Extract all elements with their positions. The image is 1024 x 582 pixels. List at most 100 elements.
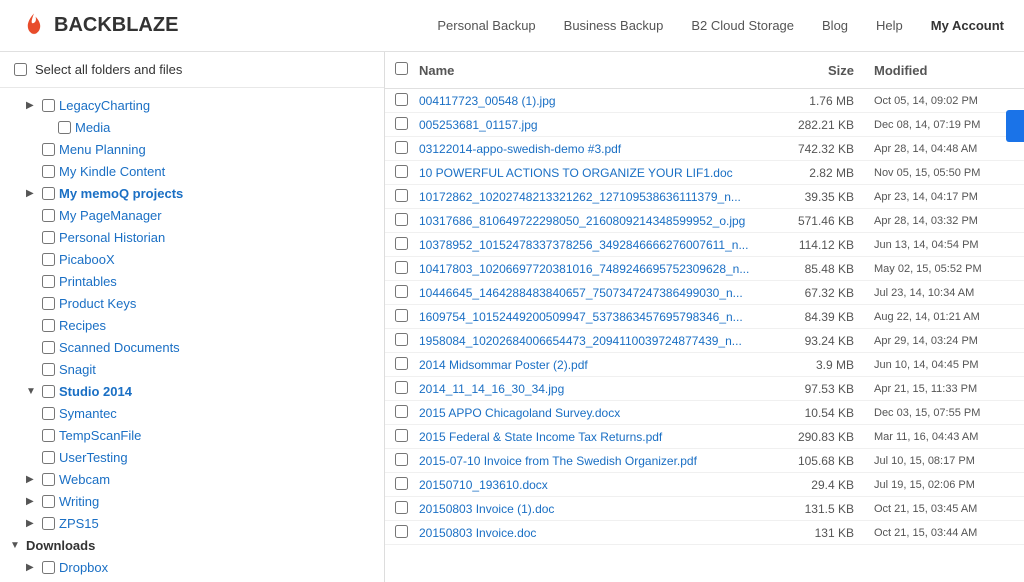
tree-item[interactable]: Camera Uploads <box>0 578 384 582</box>
file-checkbox[interactable] <box>395 405 408 418</box>
file-checkbox[interactable] <box>395 333 408 346</box>
nav-blog[interactable]: Blog <box>822 18 848 33</box>
file-name[interactable]: 10417803_10206697720381016_7489246695752… <box>419 262 784 276</box>
file-checkbox[interactable] <box>395 357 408 370</box>
file-select-all-checkbox[interactable] <box>395 62 408 75</box>
file-checkbox[interactable] <box>395 213 408 226</box>
file-row[interactable]: 2015 Federal & State Income Tax Returns.… <box>385 425 1024 449</box>
file-row[interactable]: 2014_11_14_16_30_34.jpg 97.53 KB Apr 21,… <box>385 377 1024 401</box>
tree-item[interactable]: My PageManager <box>0 204 384 226</box>
file-checkbox-cell[interactable] <box>395 165 419 181</box>
tree-item[interactable]: Product Keys <box>0 292 384 314</box>
nav-help[interactable]: Help <box>876 18 903 33</box>
file-row[interactable]: 10446645_1464288483840657_75073472473864… <box>385 281 1024 305</box>
file-name[interactable]: 005253681_01157.jpg <box>419 118 784 132</box>
file-row[interactable]: 1958084_10202684006654473_20941100397248… <box>385 329 1024 353</box>
file-checkbox[interactable] <box>395 477 408 490</box>
file-checkbox[interactable] <box>395 237 408 250</box>
file-checkbox-cell[interactable] <box>395 213 419 229</box>
file-checkbox-cell[interactable] <box>395 261 419 277</box>
file-name[interactable]: 03122014-appo-swedish-demo #3.pdf <box>419 142 784 156</box>
file-checkbox-cell[interactable] <box>395 501 419 517</box>
file-checkbox-cell[interactable] <box>395 333 419 349</box>
file-row[interactable]: 2015 APPO Chicagoland Survey.docx 10.54 … <box>385 401 1024 425</box>
file-name[interactable]: 2015 Federal & State Income Tax Returns.… <box>419 430 784 444</box>
tree-item[interactable]: Media <box>0 116 384 138</box>
file-row[interactable]: 10 POWERFUL ACTIONS TO ORGANIZE YOUR LIF… <box>385 161 1024 185</box>
tree-item-checkbox[interactable] <box>42 231 55 244</box>
file-checkbox-cell[interactable] <box>395 141 419 157</box>
file-row[interactable]: 10417803_10206697720381016_7489246695752… <box>385 257 1024 281</box>
tree-item[interactable]: Recipes <box>0 314 384 336</box>
tree-item-checkbox[interactable] <box>42 275 55 288</box>
tree-item-checkbox[interactable] <box>42 561 55 574</box>
tree-item-checkbox[interactable] <box>42 209 55 222</box>
file-row[interactable]: 1609754_10152449200509947_53738634576957… <box>385 305 1024 329</box>
file-checkbox-cell[interactable] <box>395 381 419 397</box>
tree-item-checkbox[interactable] <box>42 253 55 266</box>
file-row[interactable]: 20150803 Invoice (1).doc 131.5 KB Oct 21… <box>385 497 1024 521</box>
select-all-checkbox[interactable] <box>14 63 27 76</box>
tree-item[interactable]: Printables <box>0 270 384 292</box>
tree-item[interactable]: ▼Studio 2014 <box>0 380 384 402</box>
tree-item[interactable]: Personal Historian <box>0 226 384 248</box>
file-checkbox-cell[interactable] <box>395 477 419 493</box>
file-row[interactable]: 10378952_10152478337378256_3492846666276… <box>385 233 1024 257</box>
file-checkbox[interactable] <box>395 525 408 538</box>
action-button-partial[interactable] <box>1006 110 1024 142</box>
file-checkbox[interactable] <box>395 309 408 322</box>
file-checkbox[interactable] <box>395 453 408 466</box>
tree-item[interactable]: My Kindle Content <box>0 160 384 182</box>
file-checkbox-cell[interactable] <box>395 189 419 205</box>
tree-item-checkbox[interactable] <box>42 297 55 310</box>
nav-personal-backup[interactable]: Personal Backup <box>437 18 535 33</box>
tree-item[interactable]: Menu Planning <box>0 138 384 160</box>
file-checkbox-cell[interactable] <box>395 525 419 541</box>
file-name[interactable]: 20150710_193610.docx <box>419 478 784 492</box>
tree-item-checkbox[interactable] <box>42 341 55 354</box>
file-checkbox[interactable] <box>395 189 408 202</box>
tree-item-checkbox[interactable] <box>42 187 55 200</box>
file-name[interactable]: 2014_11_14_16_30_34.jpg <box>419 382 784 396</box>
file-checkbox[interactable] <box>395 141 408 154</box>
file-name[interactable]: 2015-07-10 Invoice from The Swedish Orga… <box>419 454 784 468</box>
tree-item-checkbox[interactable] <box>42 517 55 530</box>
tree-item[interactable]: Snagit <box>0 358 384 380</box>
file-row[interactable]: 2014 Midsommar Poster (2).pdf 3.9 MB Jun… <box>385 353 1024 377</box>
file-checkbox-cell[interactable] <box>395 237 419 253</box>
file-row[interactable]: 004117723_00548 (1).jpg 1.76 MB Oct 05, … <box>385 89 1024 113</box>
tree-item-checkbox[interactable] <box>42 429 55 442</box>
file-checkbox[interactable] <box>395 117 408 130</box>
tree-item-checkbox[interactable] <box>42 99 55 112</box>
file-name[interactable]: 2014 Midsommar Poster (2).pdf <box>419 358 784 372</box>
file-name[interactable]: 10317686_810649722298050_216080921434859… <box>419 214 784 228</box>
file-row[interactable]: 20150710_193610.docx 29.4 KB Jul 19, 15,… <box>385 473 1024 497</box>
nav-b2-cloud[interactable]: B2 Cloud Storage <box>691 18 794 33</box>
tree-item-checkbox[interactable] <box>42 363 55 376</box>
file-checkbox[interactable] <box>395 381 408 394</box>
tree-item[interactable]: Symantec <box>0 402 384 424</box>
tree-item[interactable]: Scanned Documents <box>0 336 384 358</box>
tree-item-checkbox[interactable] <box>42 473 55 486</box>
file-checkbox-cell[interactable] <box>395 453 419 469</box>
file-row[interactable]: 03122014-appo-swedish-demo #3.pdf 742.32… <box>385 137 1024 161</box>
tree-item-checkbox[interactable] <box>58 121 71 134</box>
file-name[interactable]: 1958084_10202684006654473_20941100397248… <box>419 334 784 348</box>
file-row[interactable]: 10172862_10202748213321262_1271095386361… <box>385 185 1024 209</box>
file-name[interactable]: 1609754_10152449200509947_53738634576957… <box>419 310 784 324</box>
logo[interactable]: BACKBLAZE <box>20 12 178 40</box>
tree-item-checkbox[interactable] <box>42 385 55 398</box>
file-checkbox[interactable] <box>395 285 408 298</box>
file-row[interactable]: 2015-07-10 Invoice from The Swedish Orga… <box>385 449 1024 473</box>
file-checkbox[interactable] <box>395 93 408 106</box>
tree-item[interactable]: ▶Writing <box>0 490 384 512</box>
tree-item-checkbox[interactable] <box>42 407 55 420</box>
nav-account[interactable]: My Account <box>931 18 1004 33</box>
nav-business-backup[interactable]: Business Backup <box>564 18 664 33</box>
file-name[interactable]: 10 POWERFUL ACTIONS TO ORGANIZE YOUR LIF… <box>419 166 784 180</box>
tree-item-checkbox[interactable] <box>42 319 55 332</box>
file-checkbox-cell[interactable] <box>395 285 419 301</box>
file-name[interactable]: 10172862_10202748213321262_1271095386361… <box>419 190 784 204</box>
file-checkbox-cell[interactable] <box>395 405 419 421</box>
file-name[interactable]: 004117723_00548 (1).jpg <box>419 94 784 108</box>
